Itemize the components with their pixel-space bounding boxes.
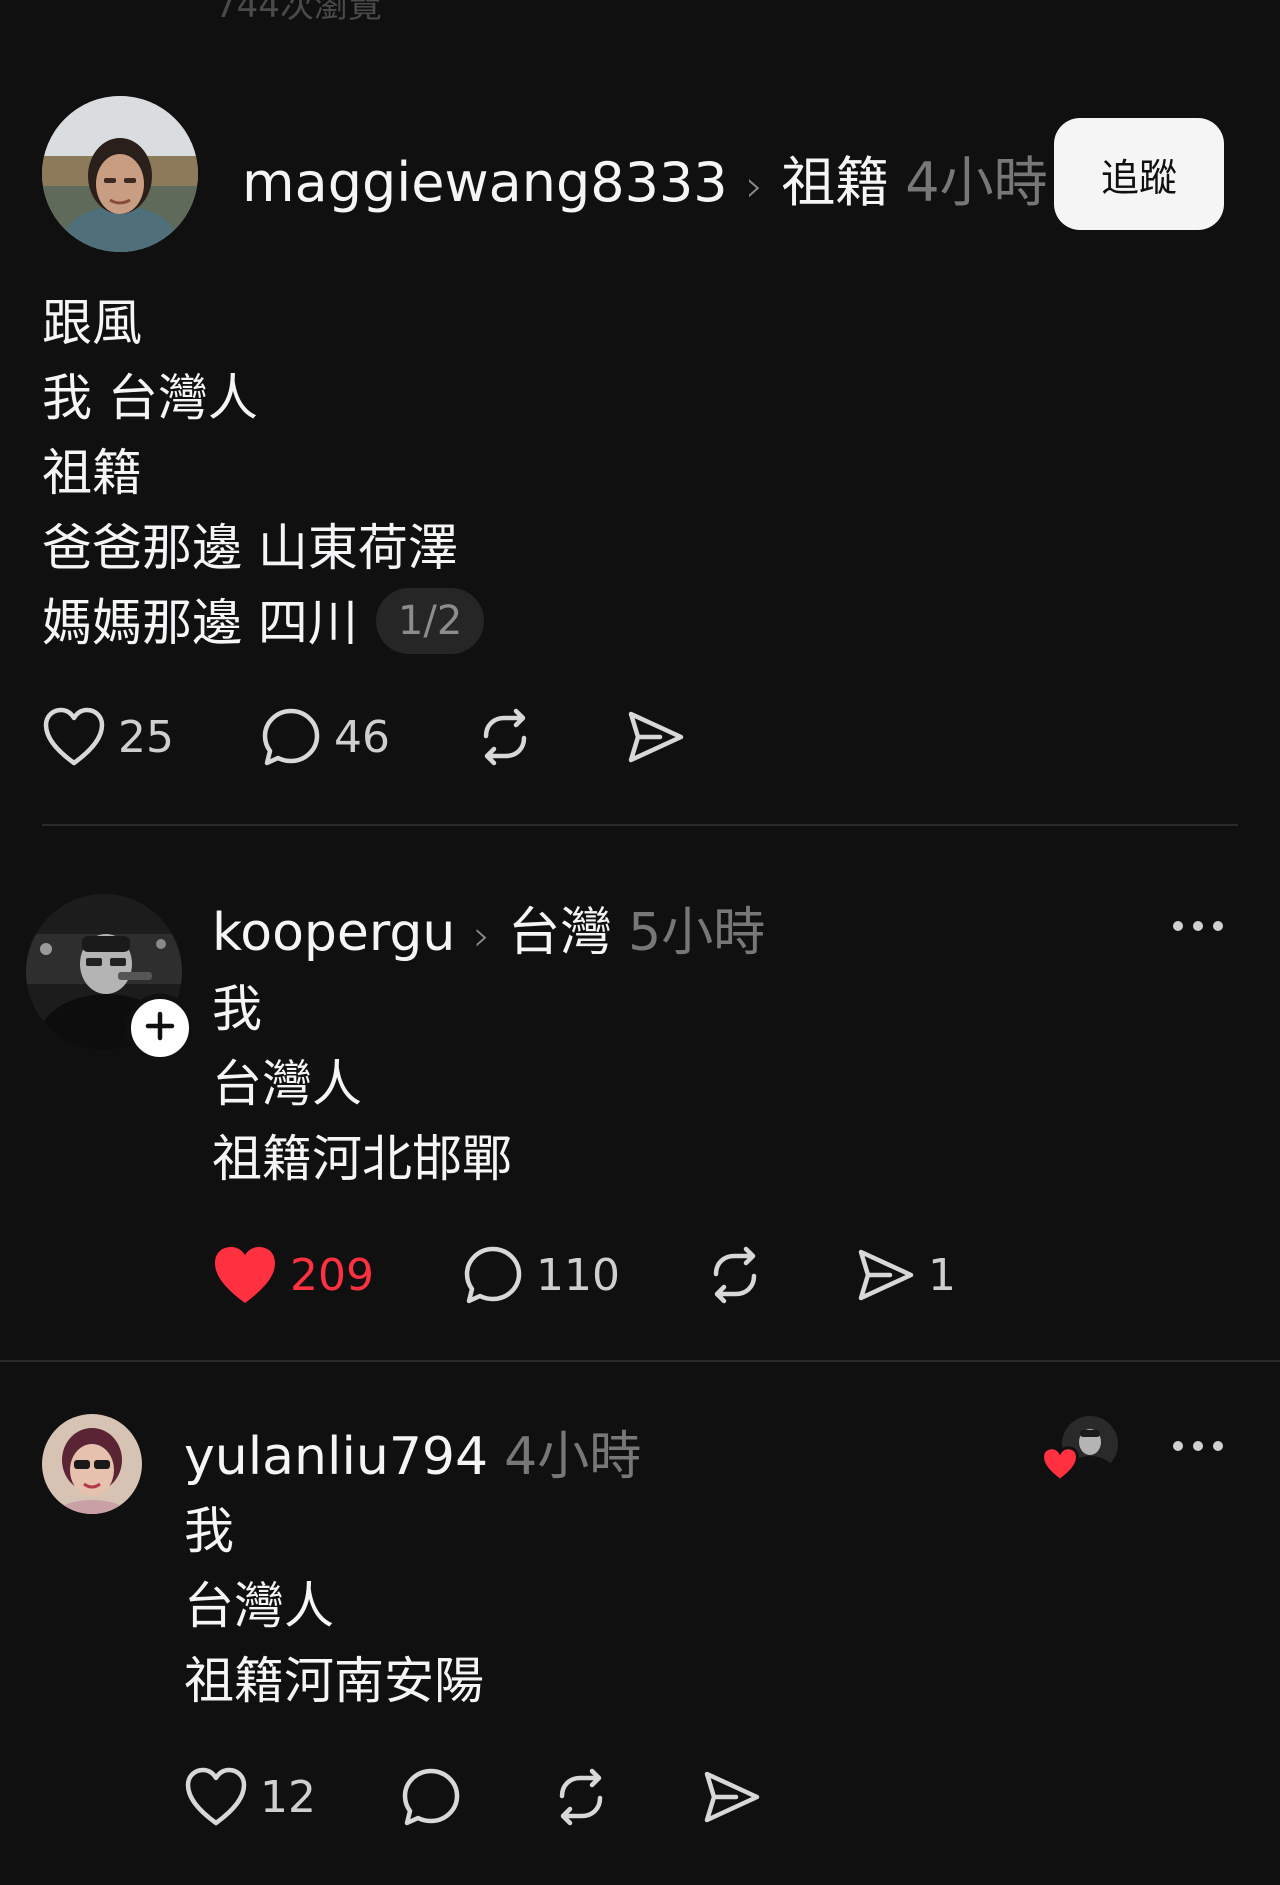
repost-button[interactable] [474,706,536,768]
post-actions: 25 46 [42,706,686,768]
plus-icon [144,1010,176,1046]
post-actions: 209 110 1 [212,1244,956,1306]
view-count: 744次瀏覽 [215,0,382,26]
like-button[interactable]: 25 [42,707,174,767]
more-options-button[interactable] [1166,1426,1230,1466]
share-button[interactable] [624,706,686,768]
chevron-right-icon: › [473,911,491,960]
more-options-button[interactable] [1166,906,1230,946]
like-button[interactable]: 209 [212,1244,374,1306]
share-button[interactable]: 1 [854,1244,956,1306]
post-header: koopergu › 台灣 5小時 [212,890,765,965]
post-line-with-badge: 媽媽那邊 四川 1/2 [42,586,485,661]
username[interactable]: maggiewang8333 [242,151,728,214]
post-body: 我 台灣人 祖籍河北邯鄲 [212,972,512,1197]
username[interactable]: yulanliu794 [184,1427,488,1487]
comment-button[interactable]: 110 [462,1244,620,1306]
heart-icon [212,1244,278,1306]
heart-icon [42,707,106,767]
post-line: 我 [184,1502,234,1560]
post-line: 祖籍河南安陽 [184,1652,484,1710]
share-icon [700,1766,762,1828]
share-icon [854,1244,916,1306]
post-line: 爸爸那邊 山東荷澤 [42,519,458,577]
username[interactable]: koopergu [212,903,455,963]
comment-button[interactable] [400,1766,462,1828]
post-actions: 12 [184,1766,762,1828]
follow-button[interactable]: 追蹤 [1054,118,1224,230]
repost-button[interactable] [550,1766,612,1828]
avatar-maggiewang8333[interactable] [42,96,198,252]
comment-icon [462,1244,524,1306]
post-line: 跟風 [42,294,142,352]
repost-icon [704,1244,766,1306]
more-icon [1172,1437,1224,1456]
post-line: 祖籍 [42,444,142,502]
like-count: 209 [290,1249,374,1301]
share-count: 1 [927,1249,956,1301]
share-button[interactable] [700,1766,762,1828]
more-icon [1172,917,1224,936]
chevron-right-icon: › [745,161,764,212]
page-indicator[interactable]: 1/2 [375,587,485,654]
post-time: 4小時 [504,1427,642,1487]
post-header: maggiewang8333 › 祖籍 4小時 [242,138,1048,217]
heart-icon [1040,1446,1080,1486]
liked-by-indicator[interactable] [1040,1416,1120,1483]
post-line: 台灣人 [212,1055,362,1113]
avatar-yulanliu794[interactable] [42,1414,142,1514]
post-line: 媽媽那邊 四川 [42,594,358,652]
follow-plus-button[interactable] [126,994,194,1062]
post-time: 5小時 [628,903,766,963]
comment-button[interactable]: 46 [260,706,390,768]
comment-icon [260,706,322,768]
share-icon [624,706,686,768]
post-line: 我 台灣人 [42,369,258,427]
divider [0,1360,1280,1362]
post-body: 跟風 我 台灣人 祖籍 爸爸那邊 山東荷澤 媽媽那邊 四川 1/2 [42,286,485,661]
divider [42,824,1238,826]
post-line: 台灣人 [184,1577,334,1635]
post-time: 4小時 [905,151,1048,214]
post-line: 我 [212,980,262,1038]
repost-button[interactable] [704,1244,766,1306]
comment-count: 110 [535,1249,620,1301]
heart-icon [184,1767,248,1827]
like-count: 25 [118,711,174,763]
topic-tag[interactable]: 祖籍 [781,138,889,217]
post-header: yulanliu794 4小時 [184,1414,641,1489]
comment-icon [400,1766,462,1828]
repost-icon [474,706,536,768]
like-count: 12 [260,1771,316,1823]
comment-count: 46 [334,711,390,763]
post-body: 我 台灣人 祖籍河南安陽 [184,1494,484,1719]
repost-icon [550,1766,612,1828]
post-line: 祖籍河北邯鄲 [212,1130,512,1188]
like-button[interactable]: 12 [184,1767,316,1827]
topic-tag[interactable]: 台灣 [508,890,612,965]
